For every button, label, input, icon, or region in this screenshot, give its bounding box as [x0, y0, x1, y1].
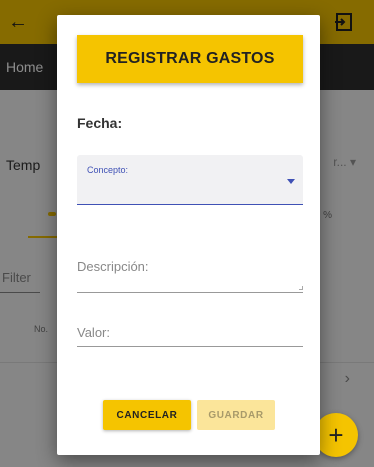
registrar-gastos-dialog: REGISTRAR GASTOS Fecha: Concepto: Descri… [57, 15, 320, 455]
descripcion-label: Descripción: [77, 259, 149, 274]
valor-label: Valor: [77, 325, 110, 340]
dialog-title: REGISTRAR GASTOS [77, 35, 303, 83]
descripcion-textarea[interactable]: Descripción: [77, 255, 303, 293]
concepto-label: Concepto: [87, 165, 129, 175]
resize-handle-icon[interactable] [299, 286, 303, 290]
dropdown-arrow-icon [287, 179, 295, 184]
fecha-label: Fecha: [77, 115, 123, 131]
save-button[interactable]: GUARDAR [197, 400, 275, 430]
valor-input[interactable]: Valor: [77, 321, 303, 347]
concepto-select[interactable]: Concepto: [77, 155, 303, 205]
add-fab-button[interactable]: + [314, 413, 358, 457]
cancel-button[interactable]: CANCELAR [103, 400, 191, 430]
